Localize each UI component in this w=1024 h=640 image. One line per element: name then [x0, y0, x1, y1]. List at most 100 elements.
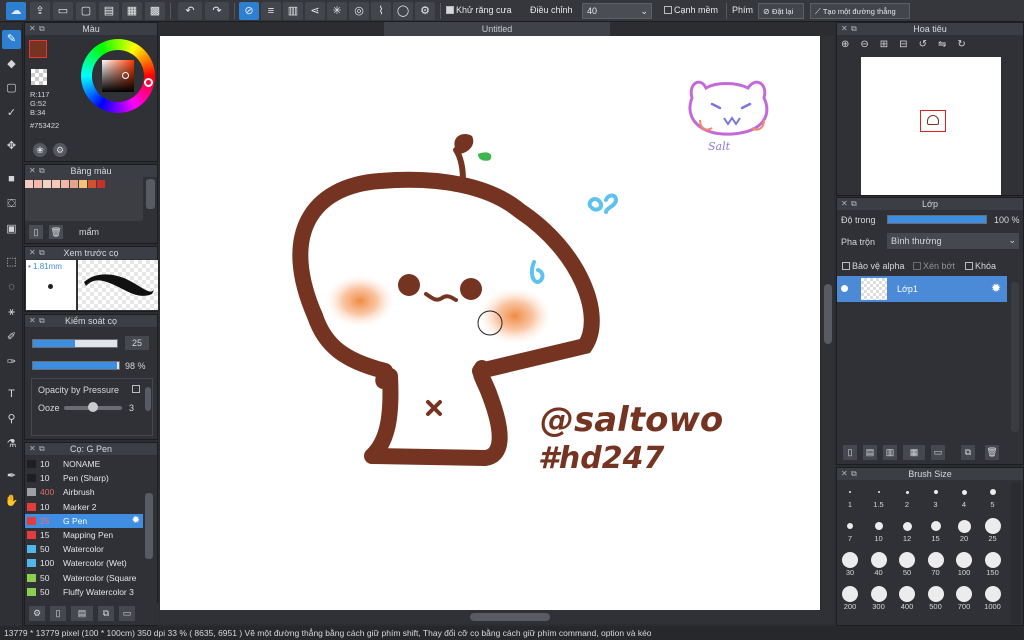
color-wheel[interactable] [81, 39, 155, 113]
layer-scrollbar[interactable] [1011, 282, 1019, 432]
app-icon[interactable]: ☁ [6, 2, 26, 20]
palette-swatch[interactable] [79, 180, 87, 188]
vertical-scroll-thumb[interactable] [824, 284, 832, 344]
brush-list-item[interactable]: 15 Mapping Pen [25, 528, 143, 542]
zoom-100-icon[interactable]: ⊟ [899, 39, 918, 50]
detach-icon[interactable]: ⧉ [851, 23, 857, 35]
close-icon[interactable]: ✕ [841, 198, 848, 210]
opacity-by-pressure-checkbox[interactable] [132, 385, 140, 393]
brush-size-preset[interactable]: 500 [922, 580, 950, 614]
detach-icon[interactable]: ⧉ [39, 23, 45, 35]
fill-select-tool-icon[interactable]: ✓ [2, 104, 21, 123]
gradient-tool-icon[interactable]: ▣ [2, 220, 21, 239]
layer-opacity-slider[interactable] [887, 215, 987, 224]
copy-brush-icon[interactable]: ⧉ [98, 606, 114, 621]
layer-visibility-icon[interactable] [841, 285, 848, 292]
brush-menu-icon[interactable]: ▤ [71, 606, 93, 621]
brush-size-preset[interactable]: 50 [893, 546, 921, 580]
rectangle-tool-icon[interactable]: ■ [2, 170, 21, 189]
palette-swatch[interactable] [88, 180, 96, 188]
antialias-option[interactable]: Khử răng cưa [446, 5, 512, 15]
color-set-icon[interactable]: ❀ [33, 143, 47, 157]
brush-size-preset[interactable]: 200 [836, 580, 864, 614]
brush-size-scrollbar[interactable] [1011, 482, 1021, 624]
new-raster-layer-icon[interactable]: ▤ [863, 445, 877, 460]
snap-settings-icon[interactable]: ⚙ [415, 2, 435, 20]
save-as-icon[interactable]: ▦ [122, 2, 142, 20]
reset-button[interactable]: ⊘ Đặt lại [758, 3, 804, 19]
detach-icon[interactable]: ⧉ [39, 165, 45, 177]
brush-size-preset[interactable]: 7 [836, 512, 864, 546]
canvas-horizontal-scrollbar[interactable] [160, 610, 834, 624]
brush-size-preset[interactable]: 5 [979, 478, 1007, 512]
radial-snap-icon[interactable]: ✳ [327, 2, 347, 20]
protect-alpha-checkbox[interactable] [842, 262, 850, 270]
color-picker-handle[interactable] [122, 72, 129, 79]
document-tab[interactable]: Untitled [384, 22, 610, 36]
brush-size-slider[interactable] [32, 339, 118, 348]
ooze-slider-handle[interactable] [88, 402, 98, 412]
curve-snap-icon[interactable]: ⌇ [371, 2, 391, 20]
comment-icon[interactable]: ▭ [53, 2, 73, 20]
detach-icon[interactable]: ⧉ [851, 198, 857, 210]
no-snap-icon[interactable]: ⊘ [239, 2, 259, 20]
select-pen-tool-icon[interactable]: ✐ [2, 328, 21, 347]
brush-size-preset[interactable]: 40 [865, 546, 893, 580]
add-brush-icon[interactable]: ▯ [50, 606, 66, 621]
eraser-tool-icon[interactable]: ◆ [2, 55, 21, 74]
brush-size-preset[interactable]: 20 [950, 512, 978, 546]
brush-size-preset[interactable]: 1.5 [865, 478, 893, 512]
brush-size-preset[interactable]: 25 [979, 512, 1007, 546]
detach-icon[interactable]: ⧉ [39, 247, 45, 259]
new-vector-layer-icon[interactable]: ▥ [883, 445, 897, 460]
foreground-color-swatch[interactable] [29, 40, 47, 58]
protect-alpha-option[interactable]: Bảo vệ alpha [842, 261, 905, 271]
brush-list-item[interactable]: 10 Marker 2 [25, 500, 143, 514]
soft-edge-option[interactable]: Cạnh mềm [664, 5, 718, 15]
close-icon[interactable]: ✕ [29, 443, 36, 455]
circle-snap-icon[interactable]: ◎ [349, 2, 369, 20]
zoom-in-icon[interactable]: ⊕ [841, 39, 860, 50]
brush-size-preset[interactable]: 1 [836, 478, 864, 512]
palette-swatch[interactable] [61, 180, 69, 188]
grid-icon[interactable]: ▩ [145, 2, 165, 20]
new-file-icon[interactable]: ▢ [76, 2, 96, 20]
close-icon[interactable]: ✕ [29, 165, 36, 177]
brush-opacity-slider[interactable] [32, 361, 120, 370]
blend-mode-select[interactable]: Bình thường ⌄ [887, 233, 1019, 249]
clip-option[interactable]: Xén bớt [913, 261, 955, 271]
brush-folder-icon[interactable]: ▭ [119, 606, 135, 621]
layer-menu-icon[interactable]: ▦ [903, 445, 925, 460]
select-eraser-tool-icon[interactable]: ✑ [2, 353, 21, 372]
detach-icon[interactable]: ⧉ [39, 315, 45, 327]
palette-swatch[interactable] [52, 180, 60, 188]
delete-layer-icon[interactable]: 🗑 [985, 445, 999, 460]
brush-size-preset[interactable]: 12 [893, 512, 921, 546]
brush-list-item[interactable]: 100 Watercolor (Wet) [25, 556, 143, 570]
grid-snap-icon[interactable]: ▥ [283, 2, 303, 20]
clip-checkbox[interactable] [913, 262, 921, 270]
brush-settings-icon[interactable]: ⚙ [29, 606, 45, 621]
parallel-snap-icon[interactable]: ≡ [261, 2, 281, 20]
straight-line-button[interactable]: ⟋ Tạo một đường thẳng [810, 3, 910, 19]
perspective-snap-icon[interactable]: ⋖ [305, 2, 325, 20]
rotate-left-icon[interactable]: ↺ [919, 39, 938, 50]
navigator-preview[interactable] [861, 57, 1001, 195]
merge-layer-icon[interactable]: ⧉ [961, 445, 975, 460]
layer-settings-gear-icon[interactable]: ✹ [991, 281, 1001, 295]
palette-swatch[interactable] [97, 180, 105, 188]
saturation-square[interactable] [102, 60, 134, 92]
brush-size-preset[interactable]: 1000 [979, 580, 1007, 614]
flip-icon[interactable]: ⇋ [938, 39, 957, 50]
eyedropper-tool-icon[interactable]: ⚗ [2, 435, 21, 454]
brush-size-preset[interactable]: 2 [893, 478, 921, 512]
divide-tool-icon[interactable]: ⚲ [2, 410, 21, 429]
close-icon[interactable]: ✕ [29, 247, 36, 259]
brush-size-preset[interactable]: 300 [865, 580, 893, 614]
object-tool-icon[interactable]: ▢ [2, 79, 21, 98]
transparent-swatch[interactable] [31, 69, 47, 85]
close-icon[interactable]: ✕ [29, 23, 36, 35]
brush-size-preset[interactable]: 10 [865, 512, 893, 546]
adjust-select[interactable]: 40 ⌄ [582, 3, 652, 19]
lasso-tool-icon[interactable]: ◌ [2, 278, 21, 297]
